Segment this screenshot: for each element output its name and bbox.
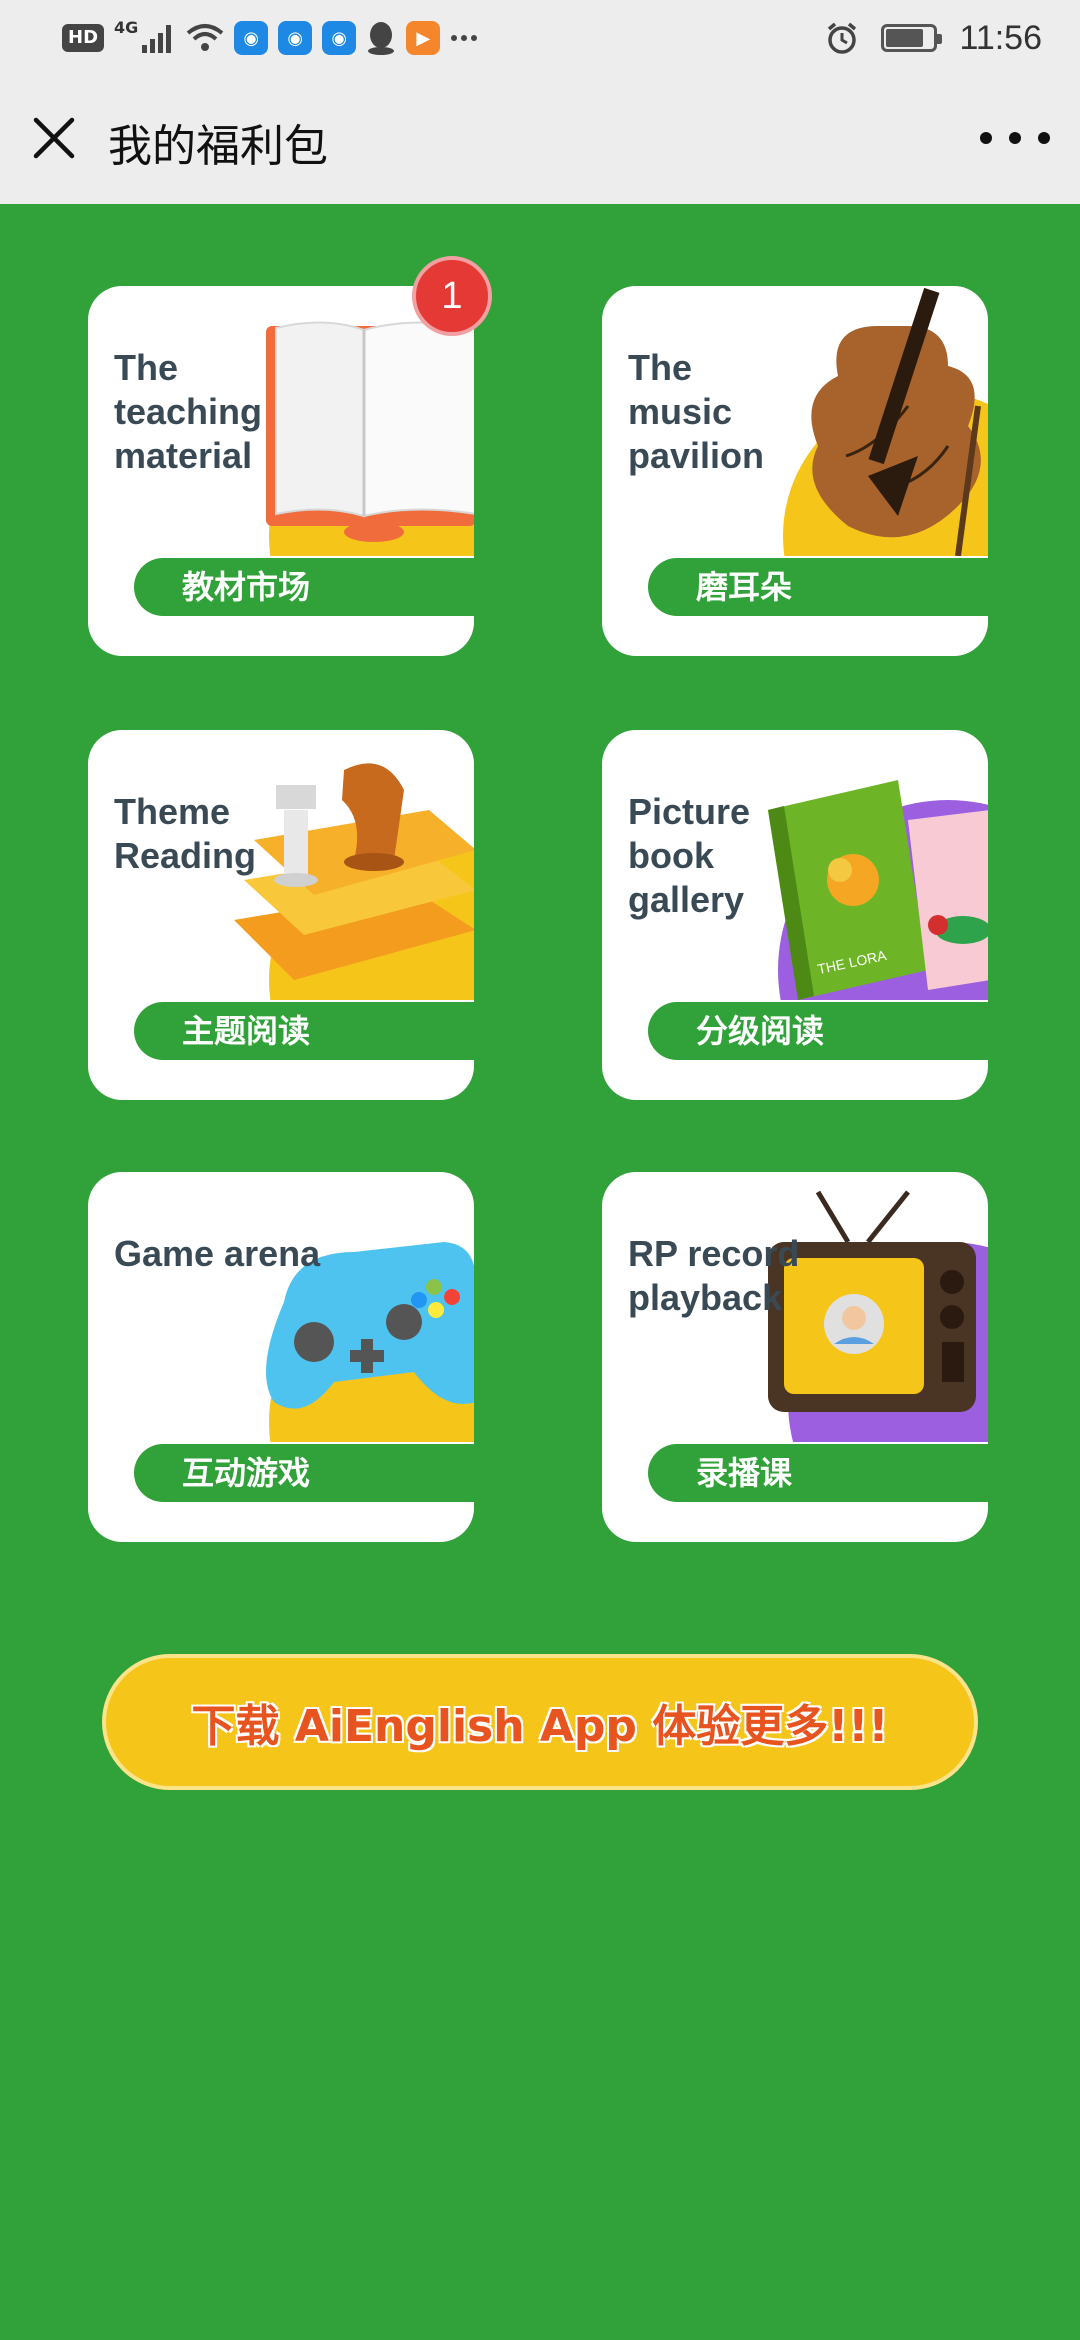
card-picture-book-gallery[interactable]: Picture book gallery THE LORA 分级阅读 xyxy=(602,730,988,1100)
card-theme-reading[interactable]: Theme Reading 主题阅读 xyxy=(88,730,474,1100)
title-bar: 我的福利包 xyxy=(0,76,1080,204)
card-rp-record-playback[interactable]: RP record playback 录播课 xyxy=(602,1172,988,1542)
app-notification-icon: ◉ xyxy=(234,21,269,55)
more-notifications-icon xyxy=(451,35,478,41)
close-icon[interactable] xyxy=(28,112,80,164)
card-chinese-label: 录播课 xyxy=(648,1444,988,1502)
card-chinese-label: 分级阅读 xyxy=(648,1002,988,1060)
alarm-icon xyxy=(828,22,857,54)
battery-icon xyxy=(881,24,943,52)
gamepad-illustration xyxy=(266,1242,474,1442)
signal-icon xyxy=(142,25,172,53)
clock: 11:56 xyxy=(959,18,1042,57)
card-english-title: The teaching material xyxy=(114,347,263,476)
card-chinese-label: 磨耳朵 xyxy=(648,558,988,616)
card-english-title: RP record playback xyxy=(628,1233,800,1318)
notification-badge: 1 xyxy=(412,256,492,336)
card-music-pavilion[interactable]: The music pavilion 磨耳朵 xyxy=(602,286,988,656)
download-app-button[interactable]: 下载 AiEnglish App 体验更多!!! xyxy=(102,1654,978,1790)
app-notification-icon: ◉ xyxy=(322,21,357,55)
card-english-title: Picture book gallery xyxy=(628,791,751,920)
card-teaching-material[interactable]: The teaching material 教材市场 xyxy=(88,286,474,656)
more-dot xyxy=(980,132,992,144)
card-english-title: Game arena xyxy=(114,1233,321,1274)
battery-level xyxy=(886,29,924,47)
network-type: 4G xyxy=(114,18,139,37)
card-english-title: Theme Reading xyxy=(114,791,257,876)
video-app-icon: ▶ xyxy=(406,21,441,55)
card-chinese-label: 主题阅读 xyxy=(134,1002,474,1060)
more-menu-button[interactable] xyxy=(980,116,1050,160)
status-left: HD 4G ◉ ◉ ◉ ▶ xyxy=(62,18,478,58)
page-title: 我的福利包 xyxy=(108,121,328,172)
download-app-label: 下载 AiEnglish App 体验更多!!! xyxy=(191,1701,889,1752)
status-bar: HD 4G ◉ ◉ ◉ ▶ 11:56 xyxy=(0,0,1080,76)
card-game-arena[interactable]: Game arena 互动游戏 xyxy=(88,1172,474,1542)
card-chinese-label: 互动游戏 xyxy=(134,1444,474,1502)
hd-indicator: HD xyxy=(62,24,105,52)
app-notification-icon: ◉ xyxy=(278,21,313,55)
card-english-title: The music pavilion xyxy=(628,347,765,476)
status-right: 11:56 xyxy=(825,18,1042,58)
more-dot xyxy=(1038,132,1050,144)
qq-icon xyxy=(368,22,395,55)
card-chinese-label: 教材市场 xyxy=(134,558,474,616)
wifi-icon xyxy=(187,24,224,51)
more-dot xyxy=(1009,132,1021,144)
